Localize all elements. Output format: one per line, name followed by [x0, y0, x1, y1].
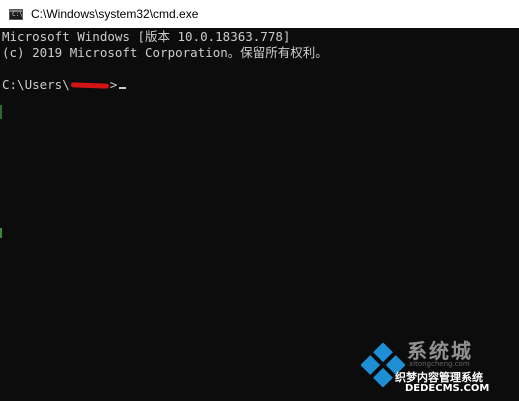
icon-prompt-glyph: C:\ [12, 10, 23, 18]
cmd-console-icon[interactable]: C:\ [9, 8, 23, 20]
left-edge-accent-green [0, 105, 2, 119]
watermark-subtitle: xitongcheng.com [409, 360, 470, 368]
prompt-symbol: > [109, 77, 118, 92]
command-prompt-line[interactable]: C:\Users\ > [2, 77, 519, 93]
redacted-username [70, 82, 109, 89]
title-bar[interactable]: C:\ C:\Windows\system32\cmd.exe [0, 0, 519, 28]
cmd-window: C:\ C:\Windows\system32\cmd.exe Microsof… [0, 0, 519, 401]
prompt-path: C:\Users\ [2, 77, 70, 92]
console-line-version: Microsoft Windows [版本 10.0.18363.778] [2, 29, 291, 44]
left-edge-accent-green-2 [0, 228, 2, 238]
window-title: C:\Windows\system32\cmd.exe [31, 7, 199, 21]
site-watermark: 系统城 xitongcheng.com 织梦内容管理系统 DEDECMS.COM [355, 335, 515, 395]
watermark-domain: DEDECMS.COM [405, 383, 490, 394]
console-line-copyright: (c) 2019 Microsoft Corporation。保留所有权利。 [2, 45, 328, 60]
text-cursor [119, 87, 127, 89]
